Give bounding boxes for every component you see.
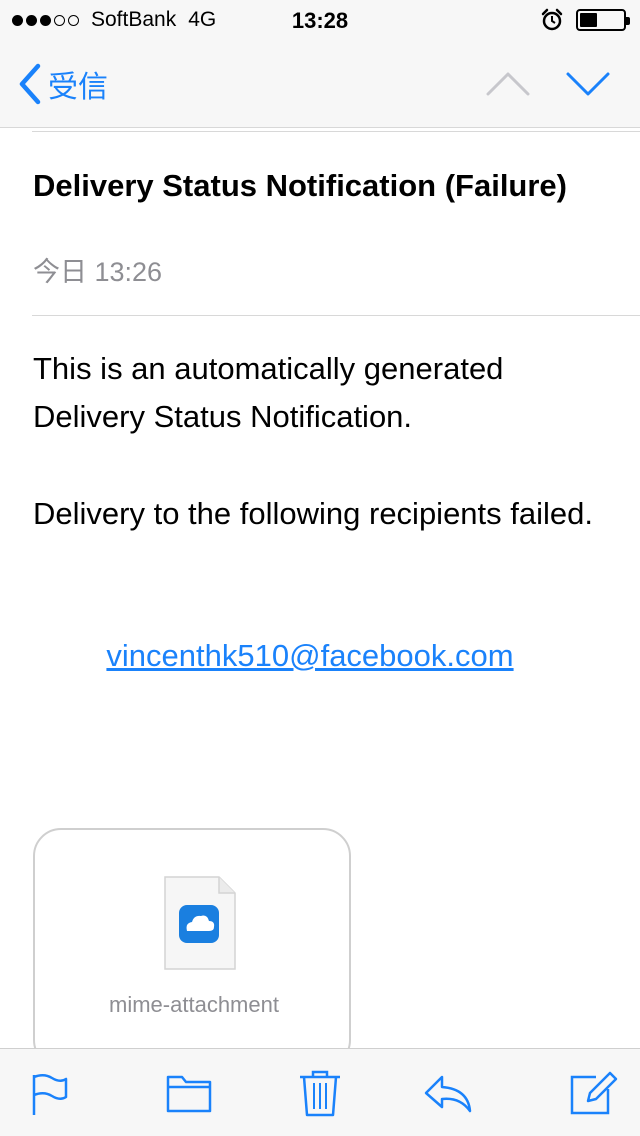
chevron-down-icon[interactable] [560,62,616,106]
chevron-up-icon [486,72,530,96]
alarm-icon [541,8,563,31]
body-paragraph: This is an automatically generated Deliv… [33,351,504,434]
battery-icon [576,9,630,31]
status-right [540,8,630,32]
back-button[interactable]: 受信 [16,62,108,106]
battery-level [580,13,597,27]
divider [32,315,640,316]
reply-icon[interactable] [420,1067,476,1119]
attachment-card[interactable]: mime-attachment [33,828,351,1068]
document-icon [164,876,236,970]
message-date: 今日 13:26 [33,257,163,287]
body-paragraph: Delivery to the following recipients fai… [33,496,593,531]
flag-icon[interactable] [20,1067,76,1119]
status-bar: SoftBank 4G 13:28 [0,0,640,40]
attachment-name: mime-attachment [109,992,279,1017]
header: SoftBank 4G 13:28 受信 [0,0,640,128]
toolbar [0,1048,640,1136]
compose-icon[interactable] [566,1067,622,1119]
battery-tip [626,17,630,25]
folder-icon[interactable] [160,1067,216,1119]
navigation-bar: 受信 [0,40,640,128]
message-subject: Delivery Status Notification (Failure) [33,168,567,203]
back-button-label: 受信 [48,71,108,104]
divider [32,131,640,132]
recipient-email-link[interactable]: vincenthk510@facebook.com [0,638,620,674]
chevron-left-icon [19,63,41,105]
trash-icon[interactable] [292,1067,348,1119]
